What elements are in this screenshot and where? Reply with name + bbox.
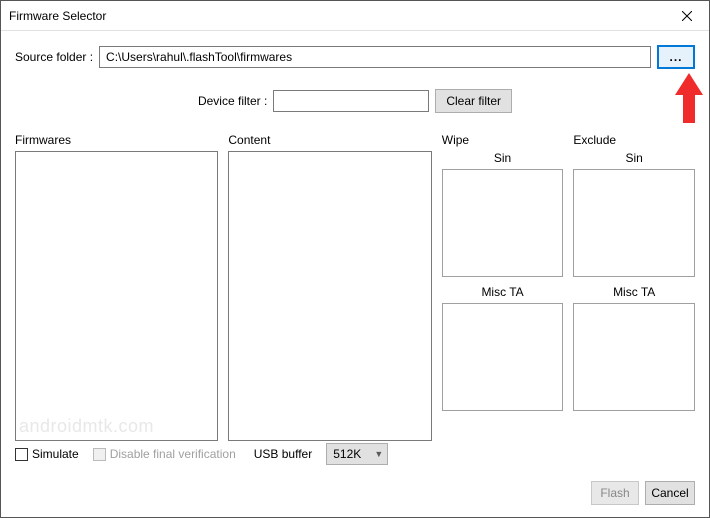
content-column: Content bbox=[228, 133, 431, 441]
browse-button[interactable]: ... bbox=[657, 45, 695, 69]
checkbox-icon bbox=[93, 448, 106, 461]
simulate-label: Simulate bbox=[32, 447, 79, 461]
exclude-miscta-label: Misc TA bbox=[573, 285, 695, 299]
exclude-sin-listbox[interactable] bbox=[573, 169, 695, 277]
clear-filter-button[interactable]: Clear filter bbox=[435, 89, 512, 113]
simulate-checkbox[interactable]: Simulate bbox=[15, 447, 79, 461]
usb-buffer-combobox[interactable]: 512K ▼ bbox=[326, 443, 388, 465]
device-filter-label: Device filter : bbox=[198, 94, 267, 108]
wipe-header: Wipe bbox=[442, 133, 564, 147]
content-header: Content bbox=[228, 133, 431, 147]
source-folder-input[interactable] bbox=[99, 46, 651, 68]
exclude-sin-label: Sin bbox=[573, 151, 695, 165]
bottom-bar: Simulate Disable final verification USB … bbox=[15, 443, 695, 465]
exclude-miscta-listbox[interactable] bbox=[573, 303, 695, 411]
close-button[interactable] bbox=[664, 1, 709, 31]
source-row: Source folder : ... bbox=[15, 45, 695, 69]
source-label: Source folder : bbox=[15, 50, 93, 64]
exclude-header: Exclude bbox=[573, 133, 695, 147]
firmwares-column: Firmwares bbox=[15, 133, 218, 441]
action-bar: Flash Cancel bbox=[591, 481, 695, 505]
wipe-sin-listbox[interactable] bbox=[442, 169, 564, 277]
wipe-column: Wipe Sin Misc TA bbox=[442, 133, 564, 441]
disable-verification-checkbox: Disable final verification bbox=[93, 447, 236, 461]
usb-buffer-label: USB buffer bbox=[254, 447, 312, 461]
content-listbox[interactable] bbox=[228, 151, 431, 441]
device-filter-input[interactable] bbox=[273, 90, 429, 112]
flash-button: Flash bbox=[591, 481, 639, 505]
chevron-down-icon: ▼ bbox=[374, 449, 383, 459]
firmwares-listbox[interactable] bbox=[15, 151, 218, 441]
filter-row: Device filter : Clear filter bbox=[15, 89, 695, 113]
usb-buffer-value: 512K bbox=[333, 447, 361, 461]
title-bar: Firmware Selector bbox=[1, 1, 709, 31]
firmwares-header: Firmwares bbox=[15, 133, 218, 147]
exclude-column: Exclude Sin Misc TA bbox=[573, 133, 695, 441]
content-area: Source folder : ... Device filter : Clea… bbox=[1, 31, 709, 449]
wipe-sin-label: Sin bbox=[442, 151, 564, 165]
checkbox-icon bbox=[15, 448, 28, 461]
cancel-button[interactable]: Cancel bbox=[645, 481, 695, 505]
wipe-miscta-listbox[interactable] bbox=[442, 303, 564, 411]
disable-verification-label: Disable final verification bbox=[110, 447, 236, 461]
close-icon bbox=[682, 11, 692, 21]
wipe-miscta-label: Misc TA bbox=[442, 285, 564, 299]
main-grid: Firmwares Content Wipe Sin Misc TA Exclu… bbox=[15, 133, 695, 441]
window-title: Firmware Selector bbox=[9, 9, 106, 23]
